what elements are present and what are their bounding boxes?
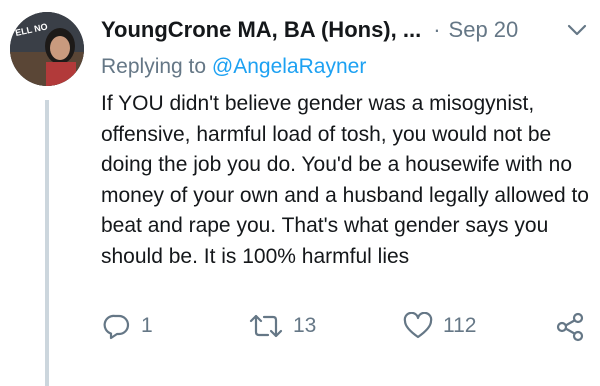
tweet-content: YoungCrone MA, BA (Hons), ... · Sep 20 R… [101,14,591,272]
display-name[interactable]: YoungCrone MA, BA (Hons), ... [101,17,421,43]
tweet-header: YoungCrone MA, BA (Hons), ... · Sep 20 [101,14,591,46]
avatar-image: ELL NO [10,12,84,86]
retweet-icon [249,314,283,338]
share-icon [556,312,584,342]
reply-icon [103,314,130,340]
share-button[interactable] [555,312,585,342]
tweet-actions: 1 13 112 [101,312,591,342]
replying-to-label: Replying to [101,55,212,78]
reply-button[interactable]: 1 [103,312,153,340]
reply-handle-link[interactable]: @AngelaRayner [212,55,366,78]
tweet-date[interactable]: Sep 20 [449,17,519,43]
chevron-down-icon[interactable] [565,18,589,42]
thread-connector-line [45,100,49,386]
like-count: 112 [443,314,477,337]
retweet-count: 13 [293,314,317,337]
replying-to: Replying to @AngelaRayner [101,52,591,82]
retweet-button[interactable]: 13 [249,312,316,340]
avatar[interactable]: ELL NO [10,12,84,86]
tweet-text: If YOU didn't believe gender was a misog… [101,92,589,268]
reply-count: 1 [141,314,153,337]
heart-icon [403,312,433,339]
like-button[interactable]: 112 [403,312,476,340]
separator-dot: · [433,17,441,42]
